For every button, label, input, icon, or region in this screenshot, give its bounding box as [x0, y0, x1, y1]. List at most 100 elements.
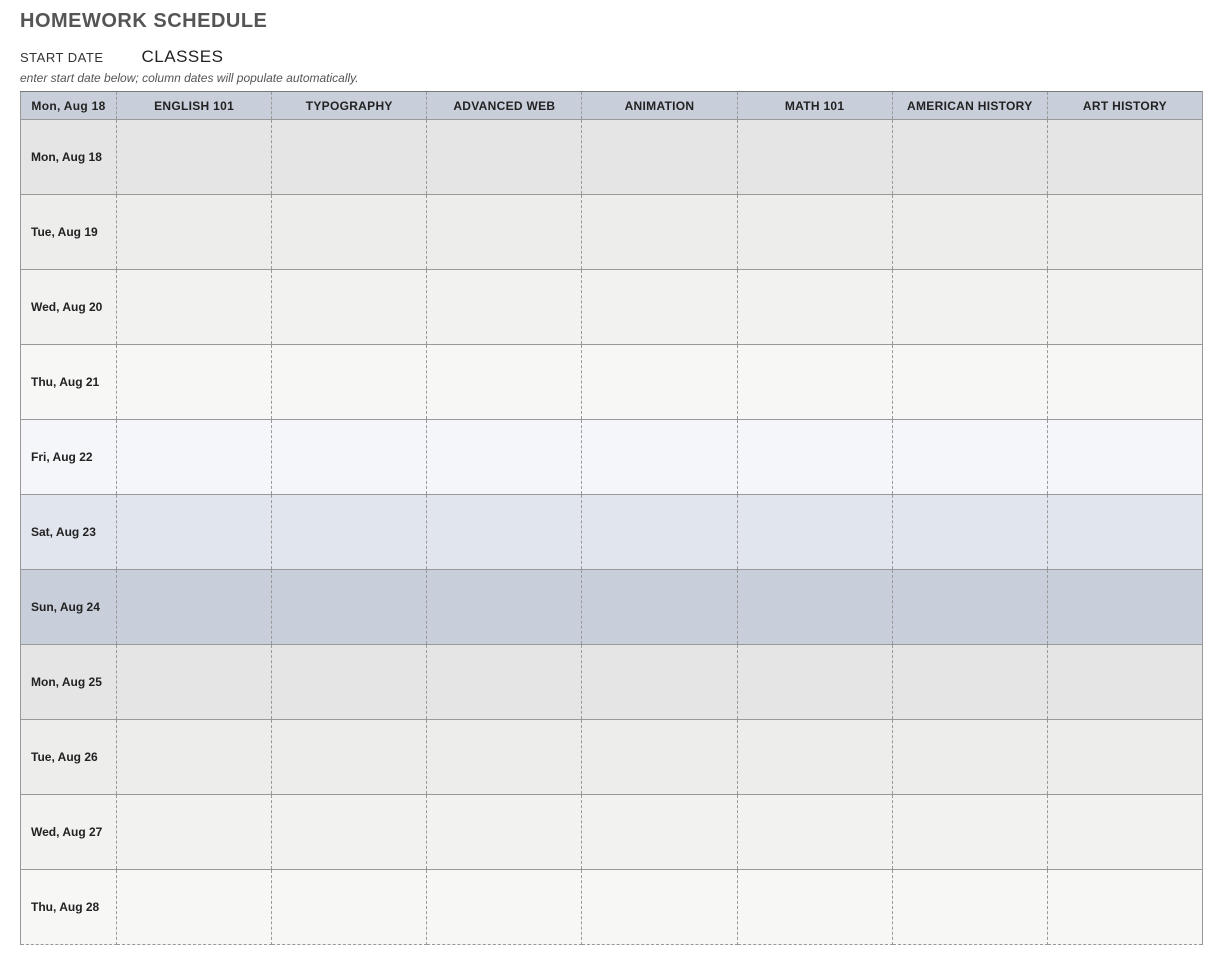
schedule-cell[interactable] — [1047, 270, 1202, 345]
date-cell[interactable]: Thu, Aug 28 — [21, 870, 117, 945]
schedule-cell[interactable] — [427, 645, 582, 720]
date-cell[interactable]: Sun, Aug 24 — [21, 570, 117, 645]
header-date-col[interactable]: Mon, Aug 18 — [21, 92, 117, 120]
schedule-cell[interactable] — [892, 870, 1047, 945]
schedule-cell[interactable] — [427, 495, 582, 570]
schedule-cell[interactable] — [1047, 420, 1202, 495]
date-cell[interactable]: Fri, Aug 22 — [21, 420, 117, 495]
schedule-cell[interactable] — [582, 720, 737, 795]
schedule-cell[interactable] — [1047, 795, 1202, 870]
schedule-cell[interactable] — [737, 645, 892, 720]
schedule-cell[interactable] — [117, 720, 272, 795]
schedule-cell[interactable] — [737, 495, 892, 570]
schedule-cell[interactable] — [427, 120, 582, 195]
schedule-cell[interactable] — [892, 270, 1047, 345]
schedule-cell[interactable] — [427, 345, 582, 420]
date-cell[interactable]: Tue, Aug 26 — [21, 720, 117, 795]
schedule-cell[interactable] — [892, 720, 1047, 795]
schedule-cell[interactable] — [582, 795, 737, 870]
schedule-cell[interactable] — [582, 420, 737, 495]
schedule-cell[interactable] — [272, 870, 427, 945]
schedule-cell[interactable] — [892, 420, 1047, 495]
schedule-cell[interactable] — [737, 270, 892, 345]
header-class-col: TYPOGRAPHY — [272, 92, 427, 120]
schedule-cell[interactable] — [582, 570, 737, 645]
date-cell[interactable]: Thu, Aug 21 — [21, 345, 117, 420]
schedule-cell[interactable] — [117, 195, 272, 270]
schedule-cell[interactable] — [427, 570, 582, 645]
schedule-cell[interactable] — [737, 870, 892, 945]
classes-label: CLASSES — [142, 47, 224, 67]
schedule-cell[interactable] — [737, 120, 892, 195]
schedule-cell[interactable] — [737, 795, 892, 870]
schedule-cell[interactable] — [427, 270, 582, 345]
schedule-cell[interactable] — [892, 570, 1047, 645]
table-row: Wed, Aug 20 — [21, 270, 1203, 345]
start-date-label: START DATE — [20, 50, 104, 65]
schedule-cell[interactable] — [117, 270, 272, 345]
schedule-cell[interactable] — [1047, 120, 1202, 195]
schedule-cell[interactable] — [272, 345, 427, 420]
schedule-cell[interactable] — [1047, 495, 1202, 570]
schedule-cell[interactable] — [737, 345, 892, 420]
schedule-cell[interactable] — [892, 795, 1047, 870]
header-class-col: MATH 101 — [737, 92, 892, 120]
schedule-cell[interactable] — [892, 645, 1047, 720]
schedule-cell[interactable] — [892, 195, 1047, 270]
date-cell[interactable]: Mon, Aug 25 — [21, 645, 117, 720]
table-row: Tue, Aug 26 — [21, 720, 1203, 795]
schedule-cell[interactable] — [117, 345, 272, 420]
schedule-cell[interactable] — [272, 495, 427, 570]
schedule-cell[interactable] — [1047, 870, 1202, 945]
schedule-cell[interactable] — [427, 795, 582, 870]
schedule-cell[interactable] — [737, 420, 892, 495]
schedule-cell[interactable] — [1047, 570, 1202, 645]
schedule-cell[interactable] — [117, 870, 272, 945]
date-cell[interactable]: Mon, Aug 18 — [21, 120, 117, 195]
schedule-cell[interactable] — [117, 120, 272, 195]
schedule-cell[interactable] — [117, 645, 272, 720]
schedule-cell[interactable] — [582, 495, 737, 570]
schedule-cell[interactable] — [1047, 645, 1202, 720]
schedule-cell[interactable] — [427, 195, 582, 270]
schedule-cell[interactable] — [117, 795, 272, 870]
schedule-cell[interactable] — [272, 420, 427, 495]
schedule-cell[interactable] — [582, 870, 737, 945]
schedule-cell[interactable] — [117, 420, 272, 495]
schedule-cell[interactable] — [582, 345, 737, 420]
schedule-cell[interactable] — [117, 570, 272, 645]
header-class-col: ADVANCED WEB — [427, 92, 582, 120]
schedule-cell[interactable] — [737, 720, 892, 795]
schedule-cell[interactable] — [582, 645, 737, 720]
table-row: Sat, Aug 23 — [21, 495, 1203, 570]
schedule-cell[interactable] — [117, 495, 272, 570]
schedule-cell[interactable] — [1047, 720, 1202, 795]
schedule-cell[interactable] — [892, 120, 1047, 195]
schedule-cell[interactable] — [737, 570, 892, 645]
schedule-cell[interactable] — [1047, 195, 1202, 270]
schedule-cell[interactable] — [582, 120, 737, 195]
page-title: HOMEWORK SCHEDULE — [20, 10, 1203, 33]
schedule-cell[interactable] — [427, 870, 582, 945]
date-cell[interactable]: Wed, Aug 20 — [21, 270, 117, 345]
schedule-cell[interactable] — [892, 495, 1047, 570]
schedule-cell[interactable] — [272, 120, 427, 195]
schedule-cell[interactable] — [272, 645, 427, 720]
schedule-table: Mon, Aug 18 ENGLISH 101 TYPOGRAPHY ADVAN… — [20, 91, 1203, 945]
schedule-cell[interactable] — [737, 195, 892, 270]
header-class-col: AMERICAN HISTORY — [892, 92, 1047, 120]
schedule-cell[interactable] — [427, 420, 582, 495]
schedule-cell[interactable] — [272, 720, 427, 795]
schedule-cell[interactable] — [892, 345, 1047, 420]
schedule-cell[interactable] — [272, 795, 427, 870]
schedule-cell[interactable] — [1047, 345, 1202, 420]
date-cell[interactable]: Wed, Aug 27 — [21, 795, 117, 870]
schedule-cell[interactable] — [272, 270, 427, 345]
schedule-cell[interactable] — [427, 720, 582, 795]
date-cell[interactable]: Tue, Aug 19 — [21, 195, 117, 270]
schedule-cell[interactable] — [582, 195, 737, 270]
schedule-cell[interactable] — [582, 270, 737, 345]
schedule-cell[interactable] — [272, 195, 427, 270]
date-cell[interactable]: Sat, Aug 23 — [21, 495, 117, 570]
schedule-cell[interactable] — [272, 570, 427, 645]
